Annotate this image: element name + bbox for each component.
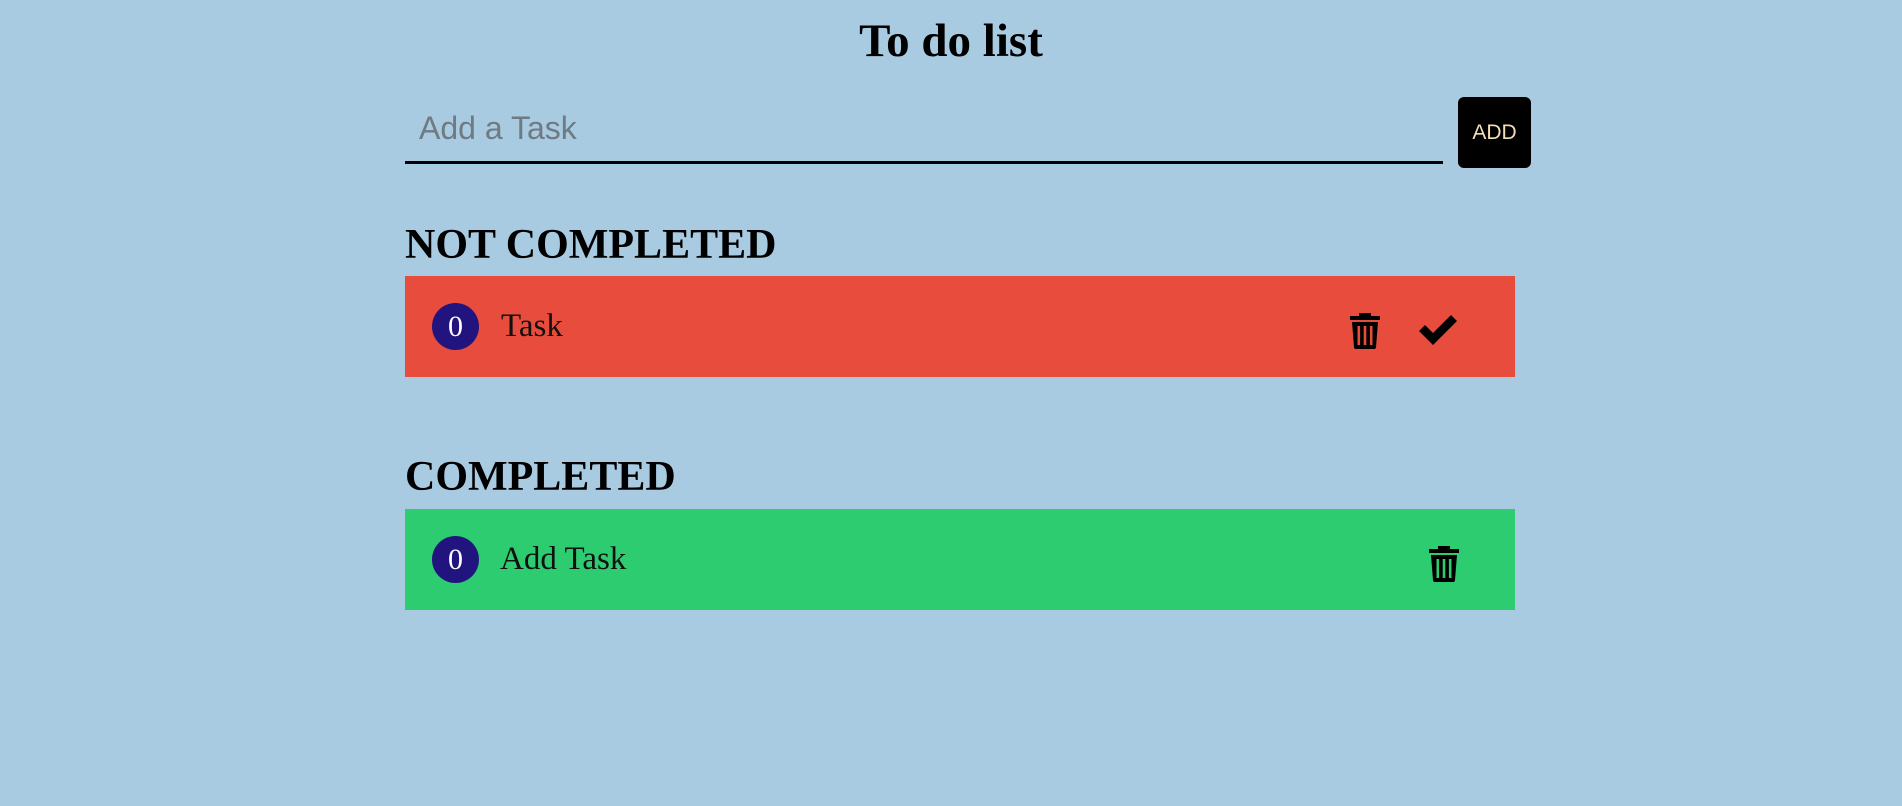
add-button[interactable]: ADD: [1458, 97, 1531, 168]
task-index-badge: 0: [432, 536, 479, 583]
add-task-row: ADD: [405, 96, 1531, 168]
trash-icon[interactable]: [1347, 310, 1383, 350]
task-text: Task: [501, 308, 563, 344]
trash-icon[interactable]: [1426, 543, 1462, 583]
task-index-badge: 0: [432, 303, 479, 350]
not-completed-heading: NOT COMPLETED: [405, 222, 777, 268]
task-item-completed: 0 Add Task: [405, 509, 1515, 610]
page-title: To do list: [859, 15, 1043, 67]
add-task-input[interactable]: [405, 96, 1443, 164]
check-icon[interactable]: [1417, 310, 1459, 350]
todo-app: To do list ADD NOT COMPLETED 0 Task COMP…: [0, 0, 1902, 806]
task-item-not-completed: 0 Task: [405, 276, 1515, 377]
completed-heading: COMPLETED: [405, 454, 676, 500]
task-text: Add Task: [500, 541, 627, 577]
